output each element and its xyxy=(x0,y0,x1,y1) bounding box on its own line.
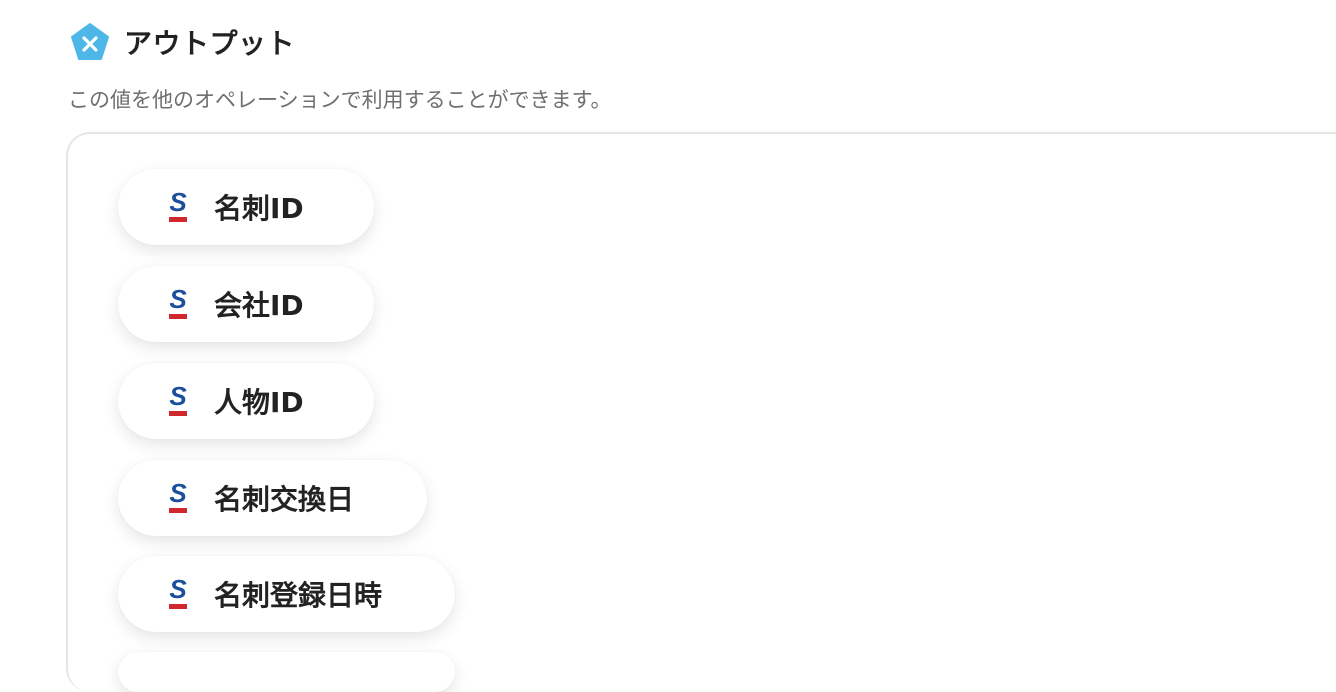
output-label: 名刺ID xyxy=(214,192,304,225)
svg-text:S: S xyxy=(169,383,187,411)
sansan-icon: S xyxy=(169,189,187,222)
output-chip-meishi-id[interactable]: S 名刺ID xyxy=(118,169,374,245)
svg-text:S: S xyxy=(169,480,187,508)
svg-text:S: S xyxy=(169,189,187,217)
svg-text:S: S xyxy=(169,576,187,604)
output-label: 名刺交換日 xyxy=(214,483,355,516)
svg-text:S: S xyxy=(169,286,187,314)
page-title: アウトプット xyxy=(124,27,296,60)
sansan-icon: S xyxy=(169,383,187,416)
sansan-icon: S xyxy=(169,286,187,319)
output-chip-person-id[interactable]: S 人物ID xyxy=(118,363,374,439)
output-label: 名刺登録日時 xyxy=(214,579,383,612)
output-chip-next[interactable] xyxy=(118,652,455,692)
app-logo-icon xyxy=(71,23,109,60)
sansan-icon: S xyxy=(169,480,187,513)
sansan-icon: S xyxy=(169,576,187,609)
output-label: 会社ID xyxy=(214,289,304,322)
output-chip-exchange-date[interactable]: S 名刺交換日 xyxy=(118,460,427,536)
output-chip-registered-datetime[interactable]: S 名刺登録日時 xyxy=(118,556,455,632)
output-header: アウトプット xyxy=(70,22,295,62)
output-description: この値を他のオペレーションで利用することができます。 xyxy=(68,88,612,112)
output-chip-company-id[interactable]: S 会社ID xyxy=(118,266,374,342)
output-label: 人物ID xyxy=(214,386,304,419)
